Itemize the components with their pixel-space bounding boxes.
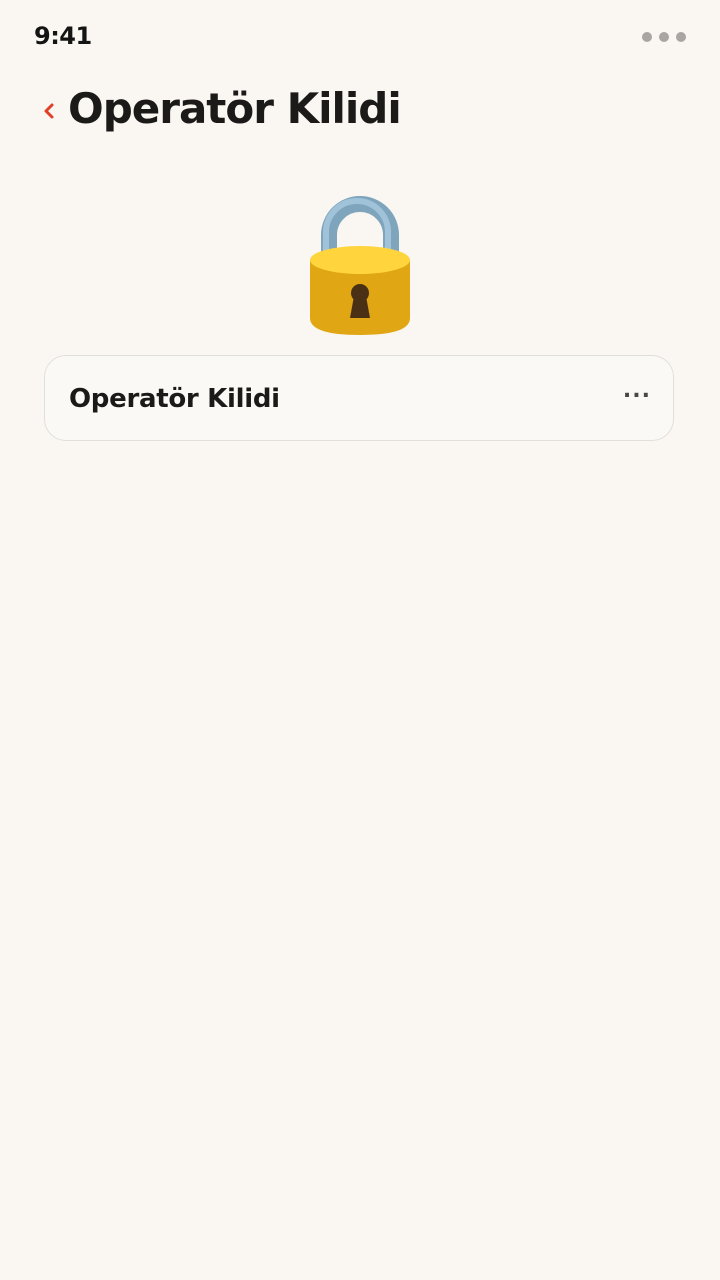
setting-value: ... <box>622 378 651 403</box>
dot <box>659 32 669 42</box>
more-dots-icon[interactable] <box>642 32 686 42</box>
chevron-left-icon <box>44 103 54 119</box>
back-button[interactable] <box>36 98 62 124</box>
status-bar: 9:41 <box>0 0 720 74</box>
operator-lock-row[interactable]: Operatör Kilidi ... <box>44 355 674 441</box>
page-title: Operatör Kilidi <box>68 84 402 133</box>
status-time: 9:41 <box>34 22 92 50</box>
setting-label: Operatör Kilidi <box>69 384 280 414</box>
dot <box>676 32 686 42</box>
page-header: Operatör Kilidi <box>0 78 720 144</box>
dot <box>642 32 652 42</box>
padlock-icon <box>300 190 420 340</box>
